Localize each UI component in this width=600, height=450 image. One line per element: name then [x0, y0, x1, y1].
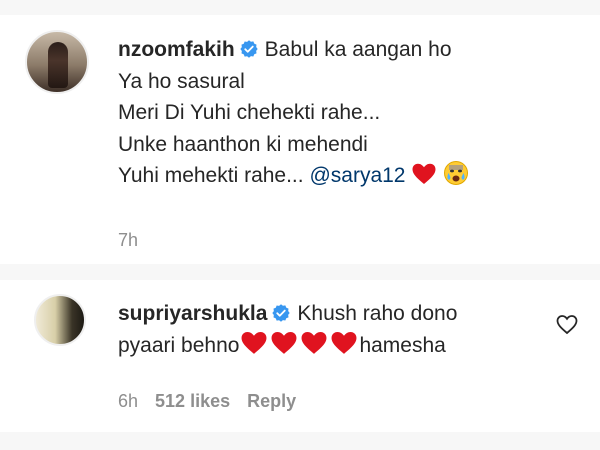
comment-text: hamesha [359, 333, 446, 357]
comment-line-2: Ya ho sasural [118, 69, 245, 93]
avatar-figure [48, 42, 68, 88]
comment-nzoomfakih: nzoomfakih Babul ka aangan ho Ya ho sasur… [118, 34, 568, 192]
comment-line-4: Unke haanthon ki mehendi [118, 132, 368, 156]
comment-separator [0, 264, 600, 280]
heart-emoji-row [239, 331, 359, 357]
comment-line-3: Meri Di Yuhi chehekti rahe... [118, 101, 381, 124]
verified-badge-icon [272, 304, 291, 322]
username-link[interactable]: supriyarshukla [118, 302, 267, 325]
heart-icon [331, 331, 357, 354]
comment-line-1: supriyarshukla Khush raho dono [118, 298, 558, 330]
comment-meta: 6h 512 likes Reply [118, 391, 296, 412]
reply-button[interactable]: Reply [247, 391, 296, 412]
comments-panel: nzoomfakih Babul ka aangan ho Ya ho sasur… [0, 0, 600, 450]
comment-line-1: nzoomfakih Babul ka aangan ho [118, 34, 568, 66]
comment-line-2: pyaari behno hamesha [118, 330, 558, 362]
comment-text: Babul ka aangan ho [264, 38, 452, 61]
comment-text: Khush raho dono [297, 302, 458, 325]
crying-face-icon [444, 161, 469, 185]
username-link[interactable]: nzoomfakih [118, 38, 235, 61]
heart-icon [301, 331, 327, 354]
heart-icon [241, 331, 267, 354]
comment-text: Yuhi mehekti rahe... [118, 164, 304, 187]
heart-icon [412, 163, 436, 184]
bottom-divider [0, 432, 600, 450]
verified-badge-icon [240, 40, 258, 58]
comment-meta: 7h [118, 230, 138, 251]
likes-count-link[interactable]: 512 likes [155, 391, 230, 412]
heart-icon [271, 331, 297, 354]
top-divider [0, 0, 600, 15]
timestamp: 6h [118, 391, 139, 411]
comment-text: pyaari behno [118, 333, 240, 357]
like-heart-icon[interactable] [555, 313, 579, 335]
comment-supriyarshukla: supriyarshukla Khush raho dono pyaari beh… [118, 298, 558, 361]
comment-line-5: Yuhi mehekti rahe... @sarya12 [118, 160, 568, 192]
timestamp: 7h [118, 230, 139, 250]
avatar-supriyarshukla[interactable] [34, 294, 86, 346]
mention-link[interactable]: @sarya12 [309, 164, 405, 187]
avatar-nzoomfakih[interactable] [25, 30, 89, 94]
